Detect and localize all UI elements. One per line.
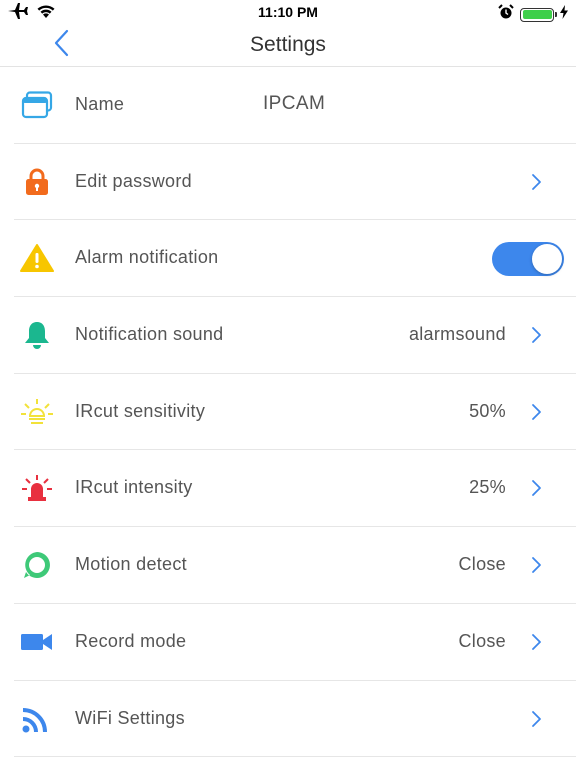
settings-row-alarm-notification[interactable]: Alarm notification — [14, 220, 576, 298]
settings-row-record-mode[interactable]: Record mode Close — [14, 604, 576, 681]
chevron-right-icon[interactable] — [530, 402, 544, 422]
settings-list: Name IPCAM Edit password Alarm notificat — [0, 67, 576, 758]
ircut-sensitivity-label: IRcut sensitivity — [75, 400, 206, 421]
settings-row-notification-sound[interactable]: Notification sound alarmsound — [14, 297, 576, 374]
chevron-right-icon[interactable] — [530, 632, 544, 652]
settings-row-ircut-sensitivity[interactable]: IRcut sensitivity 50% — [14, 374, 576, 451]
nav-bar: Settings — [0, 24, 576, 67]
record-mode-value: Close — [458, 630, 506, 651]
chevron-right-icon[interactable] — [530, 478, 544, 498]
status-time: 11:10 PM — [258, 4, 318, 20]
bell-icon — [20, 319, 54, 351]
page-title: Settings — [250, 33, 326, 56]
chevron-right-icon[interactable] — [530, 555, 544, 575]
settings-row-edit-password[interactable]: Edit password — [14, 144, 576, 221]
wifi-signal-icon — [20, 703, 54, 735]
red-light-icon — [20, 472, 54, 504]
battery-icon — [520, 7, 557, 22]
chevron-right-icon[interactable] — [530, 709, 544, 729]
settings-row-ircut-intensity[interactable]: IRcut intensity 25% — [14, 450, 576, 528]
motion-icon — [20, 549, 54, 581]
window-icon — [20, 89, 54, 121]
settings-row-name[interactable]: Name IPCAM — [14, 67, 576, 144]
notification-sound-value: alarmsound — [408, 324, 506, 345]
name-value[interactable]: IPCAM — [263, 93, 325, 115]
charging-icon — [560, 5, 568, 24]
chevron-right-icon[interactable] — [530, 172, 544, 192]
alarm-notification-label: Alarm notification — [75, 247, 219, 268]
settings-row-wifi-settings[interactable]: WiFi Settings — [14, 681, 576, 758]
chevron-right-icon[interactable] — [530, 325, 544, 345]
wifi-settings-label: WiFi Settings — [75, 707, 185, 728]
motion-detect-label: Motion detect — [75, 554, 187, 575]
ircut-sensitivity-value: 50% — [469, 400, 506, 421]
light-bulb-icon — [20, 396, 54, 428]
lock-icon — [20, 166, 54, 198]
alarm-notification-toggle[interactable] — [492, 242, 564, 277]
settings-row-motion-detect[interactable]: Motion detect Close — [14, 527, 576, 604]
motion-detect-value: Close — [458, 554, 506, 575]
alarm-icon — [498, 4, 514, 25]
toggle-knob — [532, 244, 562, 275]
ircut-intensity-value: 25% — [469, 477, 506, 498]
notification-sound-label: Notification sound — [75, 324, 224, 345]
video-camera-icon — [20, 626, 54, 658]
edit-password-label: Edit password — [75, 170, 192, 191]
record-mode-label: Record mode — [75, 630, 187, 651]
warning-icon — [20, 242, 54, 274]
status-bar: 11:10 PM — [0, 0, 576, 24]
ircut-intensity-label: IRcut intensity — [75, 477, 193, 498]
name-label: Name — [75, 94, 125, 114]
